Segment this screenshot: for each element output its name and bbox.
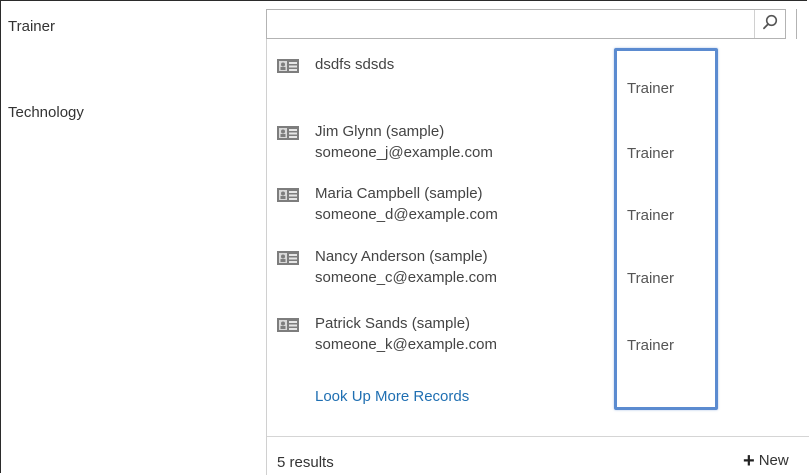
new-label: New [758,452,789,469]
lookup-results-dropdown: dsdfs sdsds Trainer Jim Glynn (sample) s… [266,39,809,475]
result-name: Patrick Sands (sample) [315,315,471,332]
search-button[interactable] [754,10,785,38]
contact-card-icon [277,251,299,265]
contact-card-icon [277,126,299,140]
results-footer: 5 results + New [267,436,809,475]
result-name: Jim Glynn (sample) [315,123,445,140]
role-column-highlight [614,48,718,410]
technology-field-label: Technology [8,104,84,121]
result-name: Nancy Anderson (sample) [315,248,488,265]
input-edge [796,9,797,39]
results-count: 5 results [277,454,334,471]
plus-icon: + [743,450,755,472]
search-icon [762,14,778,35]
contact-card-icon [277,188,299,202]
contact-card-icon [277,59,299,73]
result-email: someone_c@example.com [315,269,497,286]
result-email: someone_j@example.com [315,144,493,161]
result-name: dsdfs sdsds [315,56,395,73]
trainer-lookup-input[interactable] [266,9,786,39]
trainer-field-label: Trainer [8,18,55,35]
look-up-more-records-link[interactable]: Look Up More Records [315,388,469,405]
result-email: someone_k@example.com [315,336,497,353]
result-name: Maria Campbell (sample) [315,185,483,202]
contact-card-icon [277,318,299,332]
result-email: someone_d@example.com [315,206,498,223]
new-record-button[interactable]: + New [743,450,789,473]
